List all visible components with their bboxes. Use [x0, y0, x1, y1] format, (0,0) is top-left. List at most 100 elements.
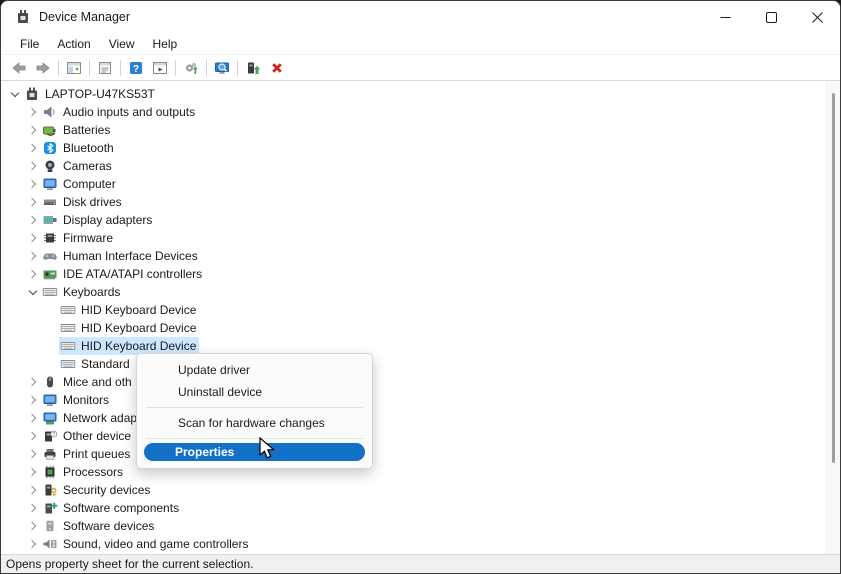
tree-item-processors[interactable]: Processors: [1, 463, 826, 481]
back-button[interactable]: [7, 57, 31, 79]
menu-file[interactable]: File: [11, 35, 48, 53]
tree-item-disk-drives[interactable]: Disk drives: [1, 193, 826, 211]
tree-item-content[interactable]: Software components: [41, 499, 182, 517]
tree-item-software-devices[interactable]: Software devices: [1, 517, 826, 535]
tree-item-content[interactable]: Security devices: [41, 481, 153, 499]
tree-item-batteries[interactable]: Batteries: [1, 121, 826, 139]
tree-item-monitors[interactable]: Monitors: [1, 391, 826, 409]
menu-view[interactable]: View: [100, 35, 144, 53]
tree-item-content[interactable]: Human Interface Devices: [41, 247, 201, 265]
tree-item-laptop-u47ks53t[interactable]: LAPTOP-U47KS53T: [1, 85, 826, 103]
tree-item-human-interface-devices[interactable]: Human Interface Devices: [1, 247, 826, 265]
tree-item-content[interactable]: HID Keyboard Device: [59, 301, 199, 319]
tree-item-computer[interactable]: Computer: [1, 175, 826, 193]
menu-help[interactable]: Help: [144, 35, 187, 53]
chevron-right-icon[interactable]: [25, 194, 41, 210]
properties-button[interactable]: [93, 57, 117, 79]
tree-item-content[interactable]: Processors: [41, 463, 126, 481]
context-menu-item-uninstall-device[interactable]: Uninstall device: [140, 381, 369, 403]
update-driver-button[interactable]: [241, 57, 265, 79]
tree-item-content[interactable]: Bluetooth: [41, 139, 117, 157]
chevron-right-icon[interactable]: [25, 266, 41, 282]
chevron-right-icon[interactable]: [25, 428, 41, 444]
remote-computer-button[interactable]: [210, 57, 234, 79]
tree-item-content[interactable]: HID Keyboard Device: [59, 319, 199, 337]
chevron-right-icon[interactable]: [25, 140, 41, 156]
chevron-right-icon[interactable]: [25, 500, 41, 516]
chevron-right-icon[interactable]: [25, 122, 41, 138]
tree-item-mice-and-oth[interactable]: Mice and oth: [1, 373, 826, 391]
console-tree-button[interactable]: [62, 57, 86, 79]
tree-item-content[interactable]: Audio inputs and outputs: [41, 103, 198, 121]
tree-item-content[interactable]: Sound, video and game controllers: [41, 535, 251, 553]
uninstall-device-button[interactable]: [265, 57, 289, 79]
tree-item-content[interactable]: Network adap: [41, 409, 140, 427]
svg-text:?: ?: [133, 64, 139, 75]
toolbar-separator: [58, 59, 59, 76]
tree-item-content[interactable]: Batteries: [41, 121, 113, 139]
keyboard-icon: [60, 306, 76, 314]
tree-item-content[interactable]: Cameras: [41, 157, 115, 175]
tree-item-sound-video-and-game-controllers[interactable]: Sound, video and game controllers: [1, 535, 826, 553]
tree-item-content[interactable]: ? Other device: [41, 427, 134, 445]
tree-item-content[interactable]: Mice and oth: [41, 373, 135, 391]
tree-item-print-queues[interactable]: Print queues: [1, 445, 826, 463]
tree-item-content[interactable]: Keyboards: [41, 283, 123, 301]
menu-action[interactable]: Action: [48, 35, 99, 53]
chevron-right-icon[interactable]: [25, 104, 41, 120]
tree-item-hid-keyboard-device[interactable]: HID Keyboard Device: [1, 301, 826, 319]
chevron-right-icon[interactable]: [25, 464, 41, 480]
tree-item-display-adapters[interactable]: Display adapters: [1, 211, 826, 229]
vertical-scrollbar[interactable]: [826, 82, 840, 554]
context-menu-item-update-driver[interactable]: Update driver: [140, 359, 369, 381]
tree-item-label: Software components: [63, 501, 180, 515]
chevron-right-icon[interactable]: [25, 374, 41, 390]
forward-button[interactable]: [31, 57, 55, 79]
tree-item-security-devices[interactable]: Security devices: [1, 481, 826, 499]
tree-item-hid-keyboard-device[interactable]: HID Keyboard Device: [1, 337, 826, 355]
tree-item-content[interactable]: Monitors: [41, 391, 112, 409]
tree-item-content[interactable]: Computer: [41, 175, 119, 193]
tree-item-content[interactable]: Standard: [59, 355, 133, 373]
tree-item-audio-inputs-and-outputs[interactable]: Audio inputs and outputs: [1, 103, 826, 121]
tree-item-content[interactable]: Display adapters: [41, 211, 155, 229]
chevron-down-icon[interactable]: [7, 86, 23, 102]
tree-item-standard[interactable]: Standard: [1, 355, 826, 373]
tree-item-firmware[interactable]: Firmware: [1, 229, 826, 247]
maximize-button[interactable]: [748, 1, 794, 33]
tree-item-content[interactable]: Software devices: [41, 517, 157, 535]
chevron-right-icon[interactable]: [25, 392, 41, 408]
chevron-right-icon[interactable]: [25, 212, 41, 228]
action-pane-button[interactable]: [148, 57, 172, 79]
tree-item-content[interactable]: IDE ATA/ATAPI controllers: [41, 265, 205, 283]
chevron-right-icon[interactable]: [25, 230, 41, 246]
chevron-down-icon[interactable]: [25, 284, 41, 300]
context-menu-item-scan-for-hardware-changes[interactable]: Scan for hardware changes: [140, 412, 369, 434]
close-button[interactable]: [794, 1, 840, 33]
scan-hardware-button[interactable]: [179, 57, 203, 79]
tree-item-content[interactable]: Firmware: [41, 229, 116, 247]
tree-item-content[interactable]: LAPTOP-U47KS53T: [23, 85, 158, 103]
chevron-right-icon[interactable]: [25, 446, 41, 462]
scrollbar-thumb[interactable]: [832, 93, 835, 463]
chevron-right-icon[interactable]: [25, 158, 41, 174]
context-menu-item-properties[interactable]: Properties: [144, 443, 365, 461]
chevron-right-icon[interactable]: [25, 518, 41, 534]
minimize-button[interactable]: [702, 1, 748, 33]
tree-item-content[interactable]: Disk drives: [41, 193, 125, 211]
tree-item-keyboards[interactable]: Keyboards: [1, 283, 826, 301]
tree-item-hid-keyboard-device[interactable]: HID Keyboard Device: [1, 319, 826, 337]
chevron-right-icon[interactable]: [25, 536, 41, 552]
tree-item-other-device[interactable]: ? Other device: [1, 427, 826, 445]
tree-item-cameras[interactable]: Cameras: [1, 157, 826, 175]
tree-item-ide-ata-atapi-controllers[interactable]: IDE ATA/ATAPI controllers: [1, 265, 826, 283]
tree-item-software-components[interactable]: Software components: [1, 499, 826, 517]
chevron-right-icon[interactable]: [25, 482, 41, 498]
chevron-right-icon[interactable]: [25, 176, 41, 192]
chevron-right-icon[interactable]: [25, 248, 41, 264]
help-button[interactable]: ?: [124, 57, 148, 79]
tree-item-bluetooth[interactable]: Bluetooth: [1, 139, 826, 157]
tree-item-network-adap[interactable]: Network adap: [1, 409, 826, 427]
chevron-right-icon[interactable]: [25, 410, 41, 426]
tree-item-content[interactable]: Print queues: [41, 445, 133, 463]
